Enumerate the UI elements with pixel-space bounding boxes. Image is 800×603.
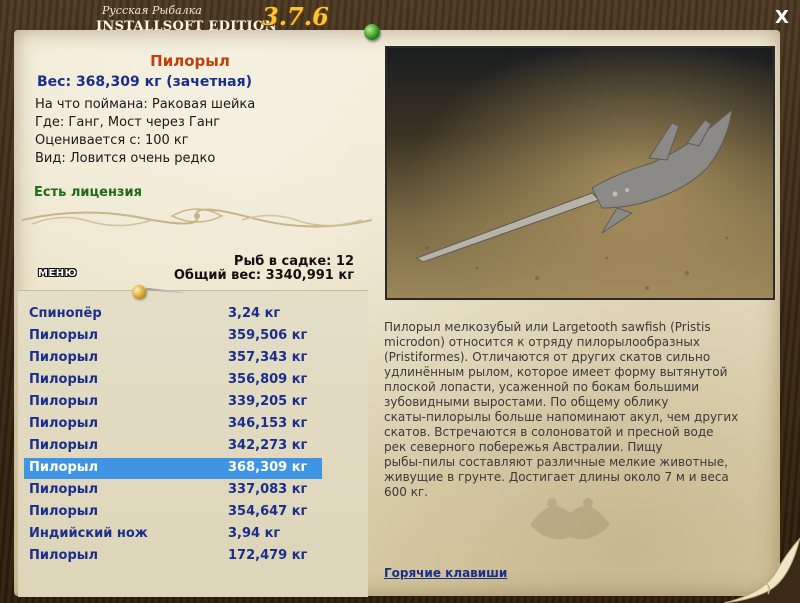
list-item-selected[interactable]: Пилорыл 368,309 кг: [24, 458, 322, 479]
cage-stats: Рыб в садке: 12 Общий вес: 3340,991 кг: [174, 255, 354, 283]
description-line: (Pristiformes). Отличаются от других ска…: [384, 350, 711, 364]
description-line: плоской лопасти, усаженной по бокам боль…: [384, 380, 700, 394]
catch-weight: 346,153 кг: [228, 416, 308, 431]
description-line: скаты-пилорылы больше напоминают акул, ч…: [384, 410, 739, 424]
catch-name: Пилорыл: [29, 328, 99, 343]
list-item[interactable]: Пилорыл 346,153 кг: [24, 414, 322, 435]
close-button[interactable]: X: [770, 6, 794, 30]
description-line: удлинённым рылом, которое имеет форму вы…: [384, 365, 728, 379]
catch-weight: 172,479 кг: [228, 548, 308, 563]
hotkeys-link[interactable]: Горячие клавиши: [384, 566, 507, 580]
fish-in-cage: Рыб в садке: 12: [233, 254, 354, 269]
description-line: скатов. Встречаются в солоноватой и прес…: [384, 425, 714, 439]
description-line: microdon) относится к отряду пилорылообр…: [384, 335, 700, 349]
rated-from-line: Оценивается с: 100 кг: [35, 133, 189, 148]
ornament-divider: [22, 208, 372, 228]
description-line: живущие в грунте. Достигает длины около …: [384, 470, 729, 484]
catch-name: Пилорыл: [29, 504, 99, 519]
catch-weight: 368,309 кг: [228, 460, 308, 475]
fish-photo: [385, 46, 775, 300]
list-item[interactable]: Пилорыл 337,083 кг: [24, 480, 322, 501]
description-line: зубовидными выростами. По общему облику: [384, 395, 669, 409]
location-line: Где: Ганг, Мост через Ганг: [35, 115, 221, 130]
catch-name: Спинопёр: [29, 306, 102, 321]
catch-weight: 3,94 кг: [228, 526, 281, 541]
catch-name: Пилорыл: [29, 460, 99, 475]
catch-weight: 357,343 кг: [228, 350, 308, 365]
catch-weight: 359,506 кг: [228, 328, 308, 343]
catch-weight: 339,205 кг: [228, 394, 308, 409]
catch-name: Пилорыл: [29, 438, 99, 453]
catch-weight: 3,24 кг: [228, 306, 281, 321]
catch-name: Пилорыл: [29, 416, 99, 431]
list-item[interactable]: Пилорыл 359,506 кг: [24, 326, 322, 347]
catch-name: Пилорыл: [29, 350, 99, 365]
list-item[interactable]: Пилорыл 342,273 кг: [24, 436, 322, 457]
sawfish-watermark-icon: [530, 498, 610, 540]
catch-name: Пилорыл: [29, 372, 99, 387]
catch-weight: 356,809 кг: [228, 372, 308, 387]
catch-name: Пилорыл: [29, 548, 99, 563]
green-pin-icon: [364, 24, 380, 40]
list-item[interactable]: Индийский нож 3,94 кг: [24, 524, 322, 545]
catch-name: Пилорыл: [29, 394, 99, 409]
fish-weight: Вес: 368,309 кг (зачетная): [37, 74, 252, 90]
menu-button[interactable]: МЕНЮ: [38, 268, 82, 282]
page-curl-corner: [724, 538, 800, 603]
description-line: Пилорыл мелкозубый или Largetooth sawfis…: [384, 320, 711, 334]
description-line: рек северного побережья Австралии. Пищу: [384, 440, 663, 454]
catch-name: Индийский нож: [29, 526, 148, 541]
fish-name: Пилорыл: [150, 52, 230, 70]
catch-name: Пилорыл: [29, 482, 99, 497]
catch-weight: 337,083 кг: [228, 482, 308, 497]
fish-description: Пилорыл мелкозубый или Largetooth sawfis…: [384, 320, 756, 500]
total-weight: Общий вес: 3340,991 кг: [173, 268, 354, 283]
list-item[interactable]: Пилорыл 339,205 кг: [24, 392, 322, 413]
list-item[interactable]: Пилорыл 357,343 кг: [24, 348, 322, 369]
caught-on-line: На что поймана: Раковая шейка: [35, 97, 256, 112]
title-russian: Русская Рыбалка: [102, 4, 202, 17]
list-item[interactable]: Пилорыл 356,809 кг: [24, 370, 322, 391]
gold-pin-icon: [132, 285, 146, 299]
species-note-line: Вид: Ловится очень редко: [35, 151, 216, 166]
list-item[interactable]: Пилорыл 354,647 кг: [24, 502, 322, 523]
description-line: рыбы-пилы составляют различные мелкие жи…: [384, 455, 728, 469]
version-label: 3.7.6: [262, 2, 329, 31]
catch-weight: 342,273 кг: [228, 438, 308, 453]
catch-weight: 354,647 кг: [228, 504, 308, 519]
list-item[interactable]: Пилорыл 172,479 кг: [24, 546, 322, 567]
list-item[interactable]: Спинопёр 3,24 кг: [24, 304, 322, 325]
